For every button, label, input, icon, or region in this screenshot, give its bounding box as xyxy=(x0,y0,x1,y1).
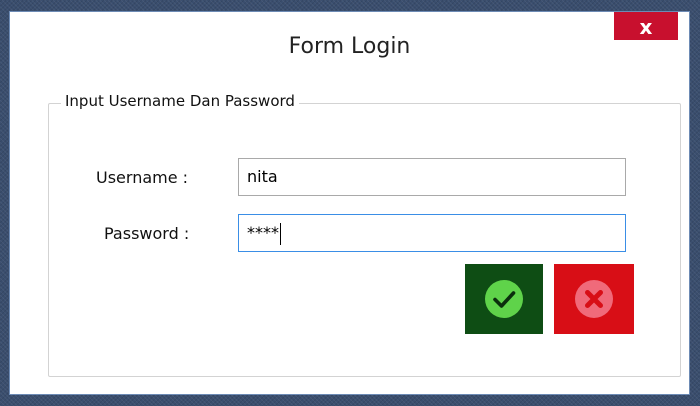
login-window: Form Login x Input Username Dan Password… xyxy=(10,12,689,394)
username-input[interactable]: nita xyxy=(238,158,626,196)
password-input[interactable]: **** xyxy=(238,214,626,252)
title-bar[interactable]: Form Login x xyxy=(10,12,689,82)
password-label: Password : xyxy=(104,224,190,243)
check-icon xyxy=(485,280,523,318)
close-button[interactable]: x xyxy=(614,12,678,40)
cancel-button[interactable] xyxy=(554,264,634,334)
groupbox-legend: Input Username Dan Password xyxy=(61,92,299,110)
cancel-x-icon xyxy=(575,280,613,318)
username-label: Username : xyxy=(96,168,189,187)
window-title: Form Login xyxy=(288,34,411,59)
ok-button[interactable] xyxy=(465,264,543,334)
password-value: **** xyxy=(247,223,279,242)
username-value: nita xyxy=(247,167,278,186)
text-caret xyxy=(280,222,281,245)
